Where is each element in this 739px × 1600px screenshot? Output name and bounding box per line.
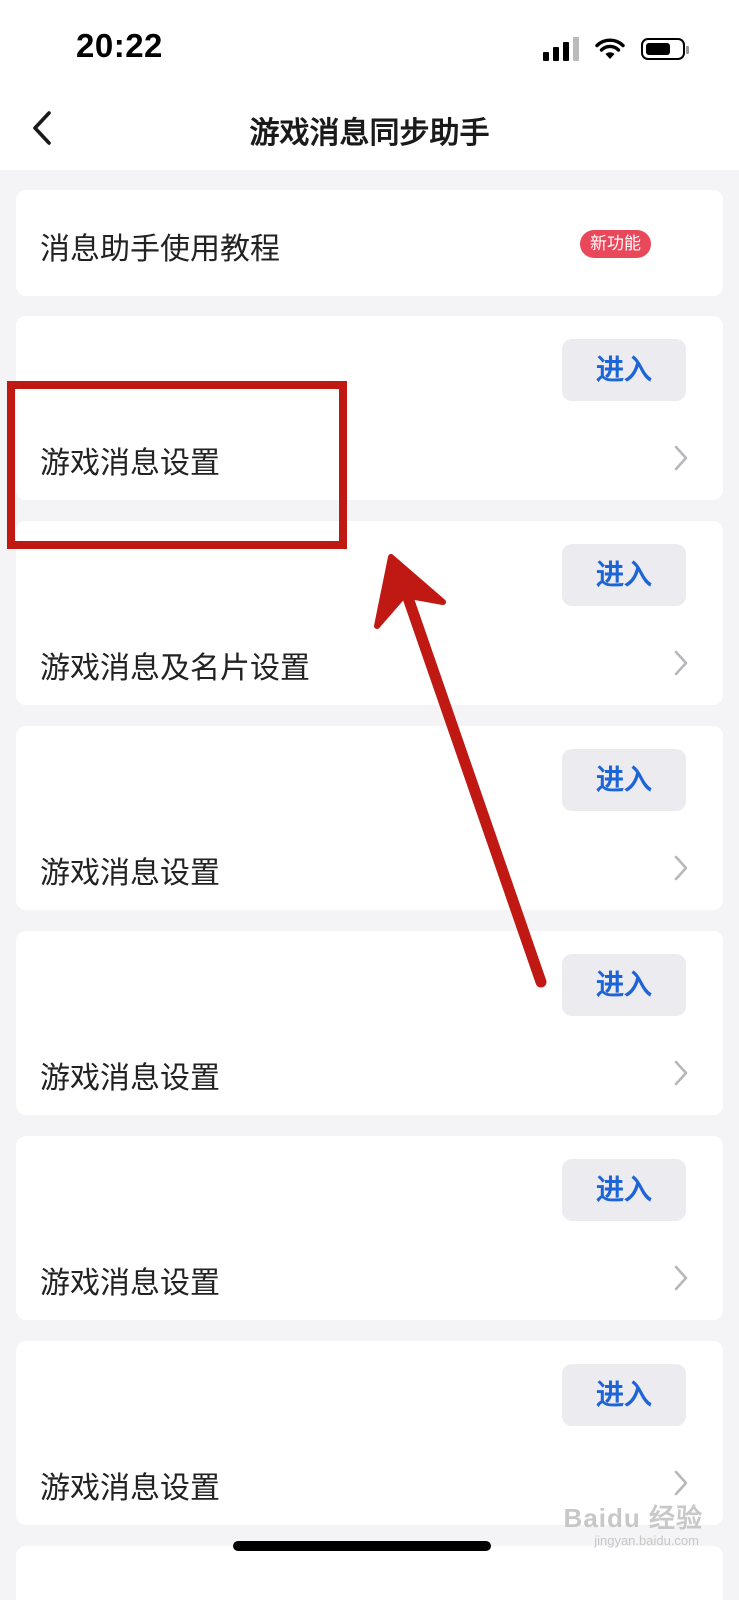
setting-label: 游戏消息设置	[40, 1471, 220, 1506]
chevron-right-icon	[674, 650, 688, 676]
tutorial-card[interactable]: 消息助手使用教程 新功能	[16, 190, 723, 296]
nav-bar: 游戏消息同步助手	[0, 92, 739, 170]
setting-card-partial	[16, 1546, 723, 1600]
setting-label: 游戏消息设置	[40, 1061, 220, 1096]
setting-label: 游戏消息及名片设置	[40, 651, 310, 686]
enter-button[interactable]: 进入	[562, 1159, 686, 1221]
status-time: 20:22	[76, 27, 163, 64]
annotation-highlight-box	[7, 381, 347, 549]
new-feature-badge: 新功能	[580, 230, 651, 258]
screen: 20:22 游戏消息同步助手 消息助手使用教程 新功能 进入 游戏消息设置 进入…	[0, 0, 739, 1600]
chevron-right-icon	[674, 855, 688, 881]
enter-button[interactable]: 进入	[562, 339, 686, 401]
cellular-signal-icon	[543, 37, 579, 61]
chevron-right-icon	[674, 445, 688, 471]
enter-button[interactable]: 进入	[562, 544, 686, 606]
watermark-sub: jingyan.baidu.com	[594, 1533, 699, 1548]
status-bar: 20:22	[0, 0, 739, 92]
wifi-icon	[595, 38, 625, 59]
chevron-right-icon	[674, 1060, 688, 1086]
setting-card[interactable]: 进入 游戏消息设置	[16, 1136, 723, 1320]
home-indicator[interactable]	[233, 1541, 491, 1551]
setting-label: 游戏消息设置	[40, 1266, 220, 1301]
enter-button[interactable]: 进入	[562, 954, 686, 1016]
chevron-right-icon	[674, 1265, 688, 1291]
status-icons	[543, 36, 689, 62]
enter-button[interactable]: 进入	[562, 1364, 686, 1426]
setting-card[interactable]: 进入 游戏消息设置	[16, 726, 723, 910]
enter-button[interactable]: 进入	[562, 749, 686, 811]
chevron-right-icon	[674, 1470, 688, 1496]
battery-icon	[641, 38, 689, 60]
page-title: 游戏消息同步助手	[249, 116, 490, 151]
setting-label: 游戏消息设置	[40, 856, 220, 891]
setting-card[interactable]: 进入 游戏消息设置	[16, 931, 723, 1115]
watermark: Baidu 经验	[563, 1503, 703, 1533]
tutorial-label: 消息助手使用教程	[40, 232, 280, 267]
